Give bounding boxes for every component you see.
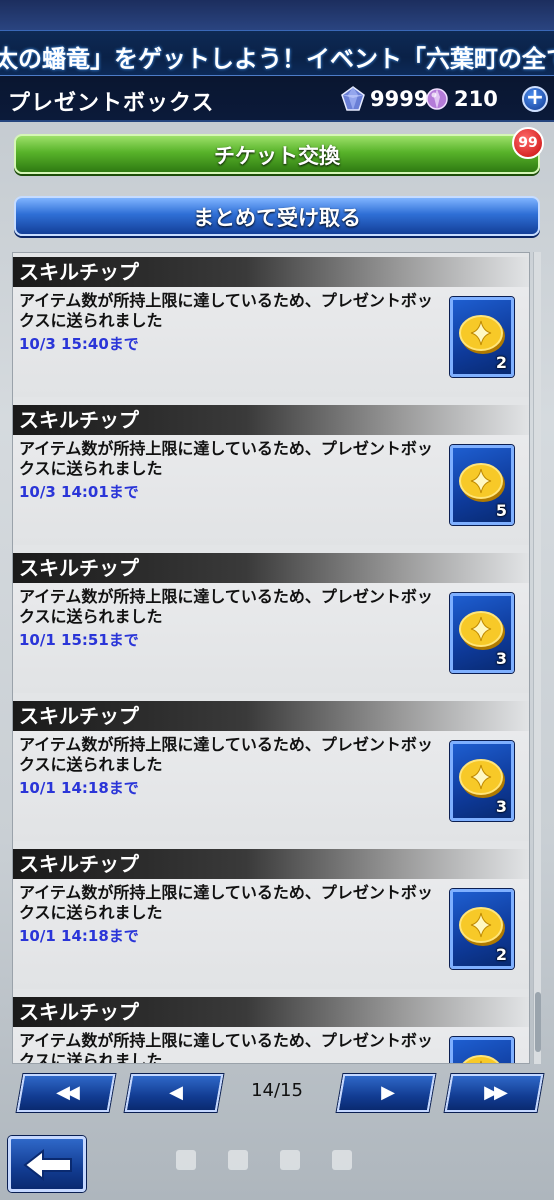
coin-icon[interactable] xyxy=(450,1037,514,1063)
item-count: 2 xyxy=(495,353,507,372)
prev-page-button[interactable]: ◀ xyxy=(124,1074,224,1112)
list-item[interactable]: スキルチップ アイテム数が所持上限に達しているため、プレゼントボックスに送られま… xyxy=(13,253,529,397)
item-description: アイテム数が所持上限に達しているため、プレゼントボックスに送られました xyxy=(19,735,433,774)
footer-square xyxy=(280,1150,300,1170)
coin-icon[interactable]: 3 xyxy=(450,593,514,673)
orb-icon xyxy=(426,88,448,110)
present-list[interactable]: スキルチップ アイテム数が所持上限に達しているため、プレゼントボックスに送られま… xyxy=(12,252,530,1064)
list-item[interactable]: スキルチップ アイテム数が所持上限に達しているため、プレゼントボックスに送られま… xyxy=(13,845,529,989)
item-expiry: 10/1 14:18まで xyxy=(19,927,139,945)
add-currency-button[interactable]: + xyxy=(522,86,548,112)
item-expiry: 10/1 14:18まで xyxy=(19,779,139,797)
item-description: アイテム数が所持上限に達しているため、プレゼントボックスに送られました xyxy=(19,1031,433,1064)
gem-count: 9999 xyxy=(370,87,429,111)
item-name: スキルチップ xyxy=(13,257,529,287)
double-chevron-left-icon: ◀◀ xyxy=(56,1082,76,1103)
item-name: スキルチップ xyxy=(13,997,529,1027)
gem-icon xyxy=(341,86,365,111)
item-count: 5 xyxy=(495,501,507,520)
ticket-badge: 99 xyxy=(512,127,544,159)
list-item[interactable]: スキルチップ アイテム数が所持上限に達しているため、プレゼントボックスに送られま… xyxy=(13,697,529,841)
back-arrow-icon xyxy=(23,1149,72,1181)
list-item[interactable]: スキルチップ アイテム数が所持上限に達しているため、プレゼントボックスに送られま… xyxy=(13,401,529,545)
item-name: スキルチップ xyxy=(13,405,529,435)
next-page-button[interactable]: ▶ xyxy=(336,1074,436,1112)
double-chevron-right-icon: ▶▶ xyxy=(484,1082,504,1103)
first-page-button[interactable]: ◀◀ xyxy=(16,1074,116,1112)
page-title: プレゼントボックス xyxy=(8,91,215,116)
list-item[interactable]: スキルチップ アイテム数が所持上限に達しているため、プレゼントボックスに送られま… xyxy=(13,549,529,693)
item-description: アイテム数が所持上限に達しているため、プレゼントボックスに送られました xyxy=(19,291,433,330)
item-expiry: 10/1 15:51まで xyxy=(19,631,139,649)
header-bar: プレゼントボックス 9999 210 + xyxy=(0,76,554,122)
news-ticker[interactable]: 太の蟠竜」をゲットしよう！イベント「六葉町の全ては私のも xyxy=(0,30,554,76)
item-count: 3 xyxy=(495,797,507,816)
ticker-text: 太の蟠竜」をゲットしよう！イベント「六葉町の全ては私のも xyxy=(0,45,554,73)
orb-count: 210 xyxy=(454,87,498,111)
item-description: アイテム数が所持上限に達しているため、プレゼントボックスに送られました xyxy=(19,439,433,478)
page-indicator: 14/15 xyxy=(251,1080,303,1101)
item-name: スキルチップ xyxy=(13,553,529,583)
footer-square xyxy=(228,1150,248,1170)
item-name: スキルチップ xyxy=(13,701,529,731)
footer-decoration xyxy=(176,1150,352,1170)
item-count: 2 xyxy=(495,945,507,964)
coin-icon[interactable]: 5 xyxy=(450,445,514,525)
item-description: アイテム数が所持上限に達しているため、プレゼントボックスに送られました xyxy=(19,883,433,922)
item-name: スキルチップ xyxy=(13,849,529,879)
list-item[interactable]: スキルチップ アイテム数が所持上限に達しているため、プレゼントボックスに送られま… xyxy=(13,993,529,1064)
item-expiry: 10/3 14:01まで xyxy=(19,483,139,501)
item-count: 3 xyxy=(495,649,507,668)
chevron-right-icon: ▶ xyxy=(381,1082,391,1103)
coin-icon[interactable]: 3 xyxy=(450,741,514,821)
footer-square xyxy=(176,1150,196,1170)
receive-all-button[interactable]: まとめて受け取る xyxy=(14,196,540,236)
back-button[interactable] xyxy=(8,1136,86,1192)
scroll-thumb[interactable] xyxy=(535,992,541,1052)
gem-currency: 9999 xyxy=(340,86,428,112)
coin-icon[interactable]: 2 xyxy=(450,889,514,969)
item-description: アイテム数が所持上限に達しているため、プレゼントボックスに送られました xyxy=(19,587,433,626)
chevron-left-icon: ◀ xyxy=(169,1082,179,1103)
orb-currency: 210 xyxy=(424,86,498,112)
coin-icon[interactable]: 2 xyxy=(450,297,514,377)
ticket-exchange-button[interactable]: チケット交換 xyxy=(14,134,540,174)
item-expiry: 10/3 15:40まで xyxy=(19,335,139,353)
last-page-button[interactable]: ▶▶ xyxy=(444,1074,544,1112)
list-scrollbar[interactable] xyxy=(533,252,541,1064)
footer-square xyxy=(332,1150,352,1170)
status-bar xyxy=(0,0,554,30)
